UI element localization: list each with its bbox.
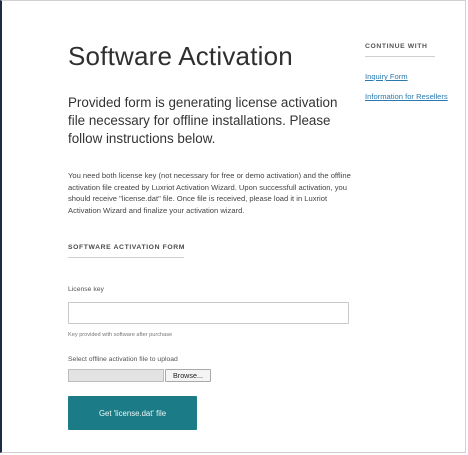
sidebar-divider bbox=[365, 56, 435, 57]
form-section-divider bbox=[68, 257, 184, 258]
file-upload-control: Browse... bbox=[68, 369, 358, 382]
license-key-input[interactable] bbox=[68, 302, 349, 324]
file-path-field[interactable] bbox=[68, 369, 164, 382]
intro-text: Provided form is generating license acti… bbox=[68, 95, 338, 146]
license-key-hint: Key provided with software after purchas… bbox=[68, 332, 173, 338]
inquiry-form-link[interactable]: Inquiry Form bbox=[365, 72, 460, 81]
sidebar-title: CONTINUE WITH bbox=[365, 43, 428, 50]
page: Software Activation Provided form is gen… bbox=[0, 0, 466, 453]
resellers-info-link[interactable]: Information for Resellers bbox=[365, 92, 460, 101]
get-license-button[interactable]: Get 'license.dat' file bbox=[68, 396, 197, 430]
main-content: Software Activation Provided form is gen… bbox=[68, 41, 358, 430]
form-section-title: SOFTWARE ACTIVATION FORM bbox=[68, 244, 185, 251]
file-upload-label: Select offline activation file to upload bbox=[68, 356, 178, 363]
page-title: Software Activation bbox=[68, 41, 293, 71]
sidebar: CONTINUE WITH Inquiry Form Information f… bbox=[365, 43, 460, 101]
browse-button[interactable]: Browse... bbox=[165, 369, 211, 382]
description-text: You need both license key (not necessary… bbox=[68, 171, 351, 215]
license-key-label: License key bbox=[68, 286, 104, 293]
